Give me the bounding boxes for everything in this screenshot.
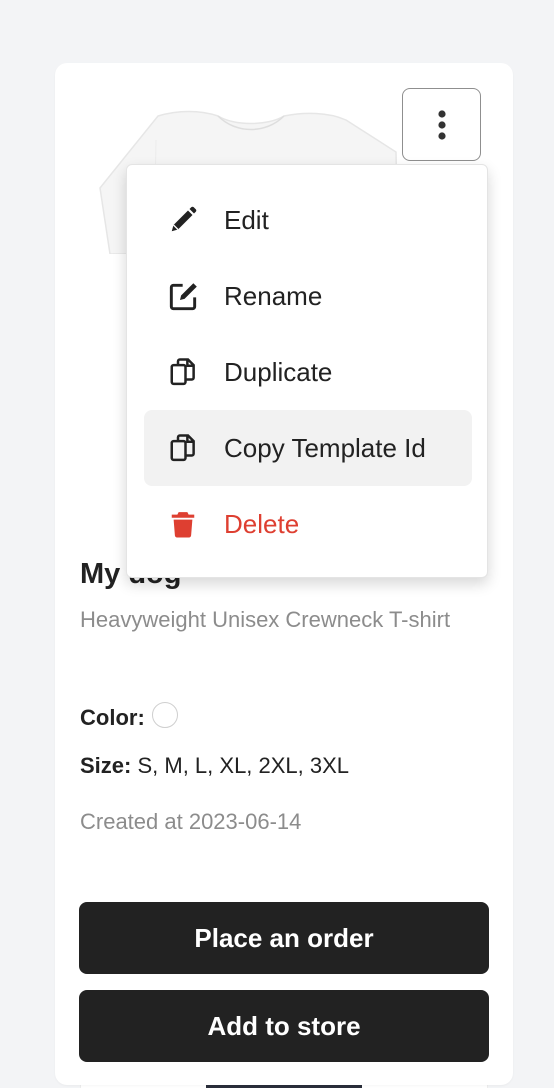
menu-item-label: Delete (224, 508, 300, 539)
more-vertical-icon (437, 109, 446, 140)
menu-item-edit[interactable]: Edit (144, 182, 472, 258)
menu-item-duplicate[interactable]: Duplicate (144, 334, 472, 410)
color-swatch-white (151, 702, 178, 728)
trash-icon (144, 509, 224, 539)
created-date: Created at 2023-06-14 (80, 809, 302, 834)
copy-icon (144, 357, 224, 387)
menu-item-label: Edit (224, 204, 269, 235)
color-label: Color: (80, 705, 145, 730)
size-label: Size: (80, 753, 132, 778)
menu-item-delete[interactable]: Delete (144, 486, 472, 562)
edit-square-icon (144, 280, 224, 312)
menu-item-label: Copy Template Id (224, 432, 426, 463)
menu-item-rename[interactable]: Rename (144, 258, 472, 334)
pencil-icon (144, 205, 224, 235)
more-options-button[interactable] (402, 88, 481, 161)
options-dropdown-menu: Edit Rename Duplicate Copy Template Id D… (126, 164, 488, 578)
size-values: S, M, L, XL, 2XL, 3XL (137, 753, 350, 778)
menu-item-label: Duplicate (224, 356, 333, 387)
product-subtitle: Heavyweight Unisex Crewneck T-shirt (80, 607, 451, 632)
menu-item-copy-template-id[interactable]: Copy Template Id (144, 410, 472, 486)
size-row: Size: S, M, L, XL, 2XL, 3XL (80, 753, 349, 779)
place-order-button[interactable]: Place an order (79, 902, 489, 974)
add-to-store-button[interactable]: Add to store (79, 990, 489, 1062)
copy-icon (144, 433, 224, 463)
color-row: Color: (80, 702, 178, 731)
menu-item-label: Rename (224, 280, 323, 311)
